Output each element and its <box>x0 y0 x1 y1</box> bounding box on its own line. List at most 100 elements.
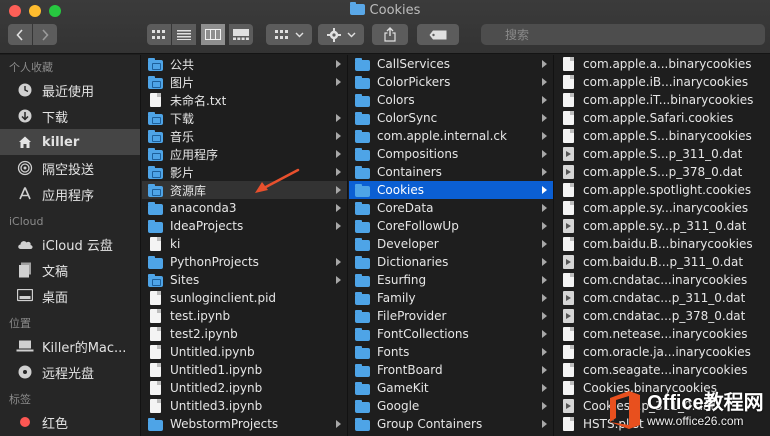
folder-row[interactable]: Colors <box>349 91 553 109</box>
column-library: CallServices ColorPickers Colors ColorSync c… <box>349 55 554 436</box>
share-button[interactable] <box>372 24 408 45</box>
sidebar-item-desktop[interactable]: 桌面 <box>0 283 140 309</box>
folder-row[interactable]: ColorSync <box>349 109 553 127</box>
sidebar-item-downloads[interactable]: 下载 <box>0 103 140 129</box>
file-row[interactable]: com.baidu.B...binarycookies <box>555 235 770 253</box>
window-title: Cookies <box>0 2 770 19</box>
folder-row[interactable]: Sites <box>142 271 347 289</box>
item-name: Compositions <box>377 147 459 161</box>
folder-row[interactable]: Google <box>349 397 553 415</box>
folder-row[interactable]: 图片 <box>142 73 347 91</box>
file-row[interactable]: sunloginclient.pid <box>142 289 347 307</box>
folder-icon <box>355 309 370 323</box>
disclosure-arrow-icon <box>542 150 547 158</box>
disclosure-arrow-icon <box>542 186 547 194</box>
file-row[interactable]: ki <box>142 235 347 253</box>
forward-button[interactable] <box>33 24 57 45</box>
file-row[interactable]: com.oracle.ja...inarycookies <box>555 343 770 361</box>
folder-row[interactable]: GameKit <box>349 379 553 397</box>
sidebar-item-mac[interactable]: Killer的Mac... <box>0 333 140 359</box>
folder-row[interactable]: FrontBoard <box>349 361 553 379</box>
file-row[interactable]: Untitled.ipynb <box>142 343 347 361</box>
folder-row[interactable]: ColorPickers <box>349 73 553 91</box>
folder-row[interactable]: Family <box>349 289 553 307</box>
file-row[interactable]: com.apple.Safari.cookies <box>555 109 770 127</box>
gallery-view-button[interactable] <box>229 24 253 45</box>
disclosure-arrow-icon <box>542 132 547 140</box>
file-row[interactable]: com.cndatac...inarycookies <box>555 271 770 289</box>
folder-row[interactable]: FontCollections <box>349 325 553 343</box>
file-row[interactable]: com.apple.iB...inarycookies <box>555 73 770 91</box>
file-row[interactable]: com.baidu.B...p_311_0.dat <box>555 253 770 271</box>
file-row[interactable]: test.ipynb <box>142 307 347 325</box>
file-row[interactable]: com.cndatac...p_311_0.dat <box>555 289 770 307</box>
list-view-button[interactable] <box>172 24 196 45</box>
file-row[interactable]: Untitled2.ipynb <box>142 379 347 397</box>
disclosure-arrow-icon <box>542 402 547 410</box>
folder-icon <box>355 273 370 287</box>
folder-row[interactable]: CallServices <box>349 55 553 73</box>
sidebar-item-documents[interactable]: 文稿 <box>0 257 140 283</box>
folder-row[interactable]: 应用程序 <box>142 145 347 163</box>
file-row[interactable]: Untitled1.ipynb <box>142 361 347 379</box>
search-input[interactable] <box>481 24 765 45</box>
file-row[interactable]: com.seagate...inarycookies <box>555 361 770 379</box>
file-row[interactable]: com.apple.S...binarycookies <box>555 127 770 145</box>
sidebar-item-recents[interactable]: 最近使用 <box>0 77 140 103</box>
file-row[interactable]: com.apple.S...p_378_0.dat <box>555 163 770 181</box>
folder-row[interactable]: WebstormProjects <box>142 415 347 433</box>
sidebar-item-airdrop[interactable]: 隔空投送 <box>0 155 140 181</box>
folder-row[interactable]: Group Containers <box>349 415 553 433</box>
edit-tags-button[interactable] <box>417 24 459 45</box>
file-row[interactable]: test2.ipynb <box>142 325 347 343</box>
sidebar-item-icloud-drive[interactable]: iCloud 云盘 <box>0 231 140 257</box>
disclosure-arrow-icon <box>336 258 341 266</box>
column-view-button[interactable] <box>201 24 225 45</box>
item-name: 资源库 <box>170 183 207 198</box>
sidebar-item-applications[interactable]: 应用程序 <box>0 181 140 207</box>
folder-row[interactable]: IdeaProjects <box>142 217 347 235</box>
folder-row[interactable]: 公共 <box>142 55 347 73</box>
file-row[interactable]: com.apple.spotlight.cookies <box>555 181 770 199</box>
action-menu-button[interactable] <box>318 24 364 45</box>
item-name: Cookies <box>377 183 424 197</box>
file-row[interactable]: com.cndatac...p_378_0.dat <box>555 307 770 325</box>
file-row[interactable]: com.apple.a...binarycookies <box>555 55 770 73</box>
icon-view-button[interactable] <box>147 24 171 45</box>
disclosure-arrow-icon <box>542 204 547 212</box>
folder-row[interactable]: FileProvider <box>349 307 553 325</box>
folder-row[interactable]: CoreData <box>349 199 553 217</box>
file-row[interactable]: com.netease...inarycookies <box>555 325 770 343</box>
folder-row[interactable]: Developer <box>349 235 553 253</box>
folder-row[interactable]: Dictionaries <box>349 253 553 271</box>
sidebar-item-remote-disc[interactable]: 远程光盘 <box>0 359 140 385</box>
file-icon <box>563 345 574 359</box>
file-row[interactable]: com.apple.sy...p_311_0.dat <box>555 217 770 235</box>
back-button[interactable] <box>8 24 32 45</box>
sidebar-item-home[interactable]: killer <box>0 129 140 155</box>
folder-row[interactable]: CoreFollowUp <box>349 217 553 235</box>
group-by-button[interactable] <box>266 24 312 45</box>
folder-row[interactable]: PythonProjects <box>142 253 347 271</box>
folder-row[interactable]: 音乐 <box>142 127 347 145</box>
folder-icon <box>355 345 370 359</box>
file-row[interactable]: 未命名.txt <box>142 91 347 109</box>
sidebar-item-tag-red[interactable]: 红色 <box>0 409 140 435</box>
folder-row[interactable]: Esurfing <box>349 271 553 289</box>
sidebar-item-label: killer <box>42 134 80 150</box>
folder-row[interactable]: 资源库 <box>142 181 347 199</box>
folder-row[interactable]: anaconda3 <box>142 199 347 217</box>
folder-row[interactable]: Cookies <box>349 181 553 199</box>
file-row[interactable]: com.apple.iT...binarycookies <box>555 91 770 109</box>
item-name: WebstormProjects <box>170 417 279 431</box>
file-row[interactable]: com.apple.S...p_311_0.dat <box>555 145 770 163</box>
disclosure-arrow-icon <box>336 168 341 176</box>
folder-row[interactable]: Containers <box>349 163 553 181</box>
file-row[interactable]: Untitled3.ipynb <box>142 397 347 415</box>
folder-row[interactable]: Fonts <box>349 343 553 361</box>
folder-row[interactable]: 影片 <box>142 163 347 181</box>
file-row[interactable]: com.apple.sy...inarycookies <box>555 199 770 217</box>
folder-row[interactable]: com.apple.internal.ck <box>349 127 553 145</box>
folder-row[interactable]: Compositions <box>349 145 553 163</box>
folder-row[interactable]: 下载 <box>142 109 347 127</box>
